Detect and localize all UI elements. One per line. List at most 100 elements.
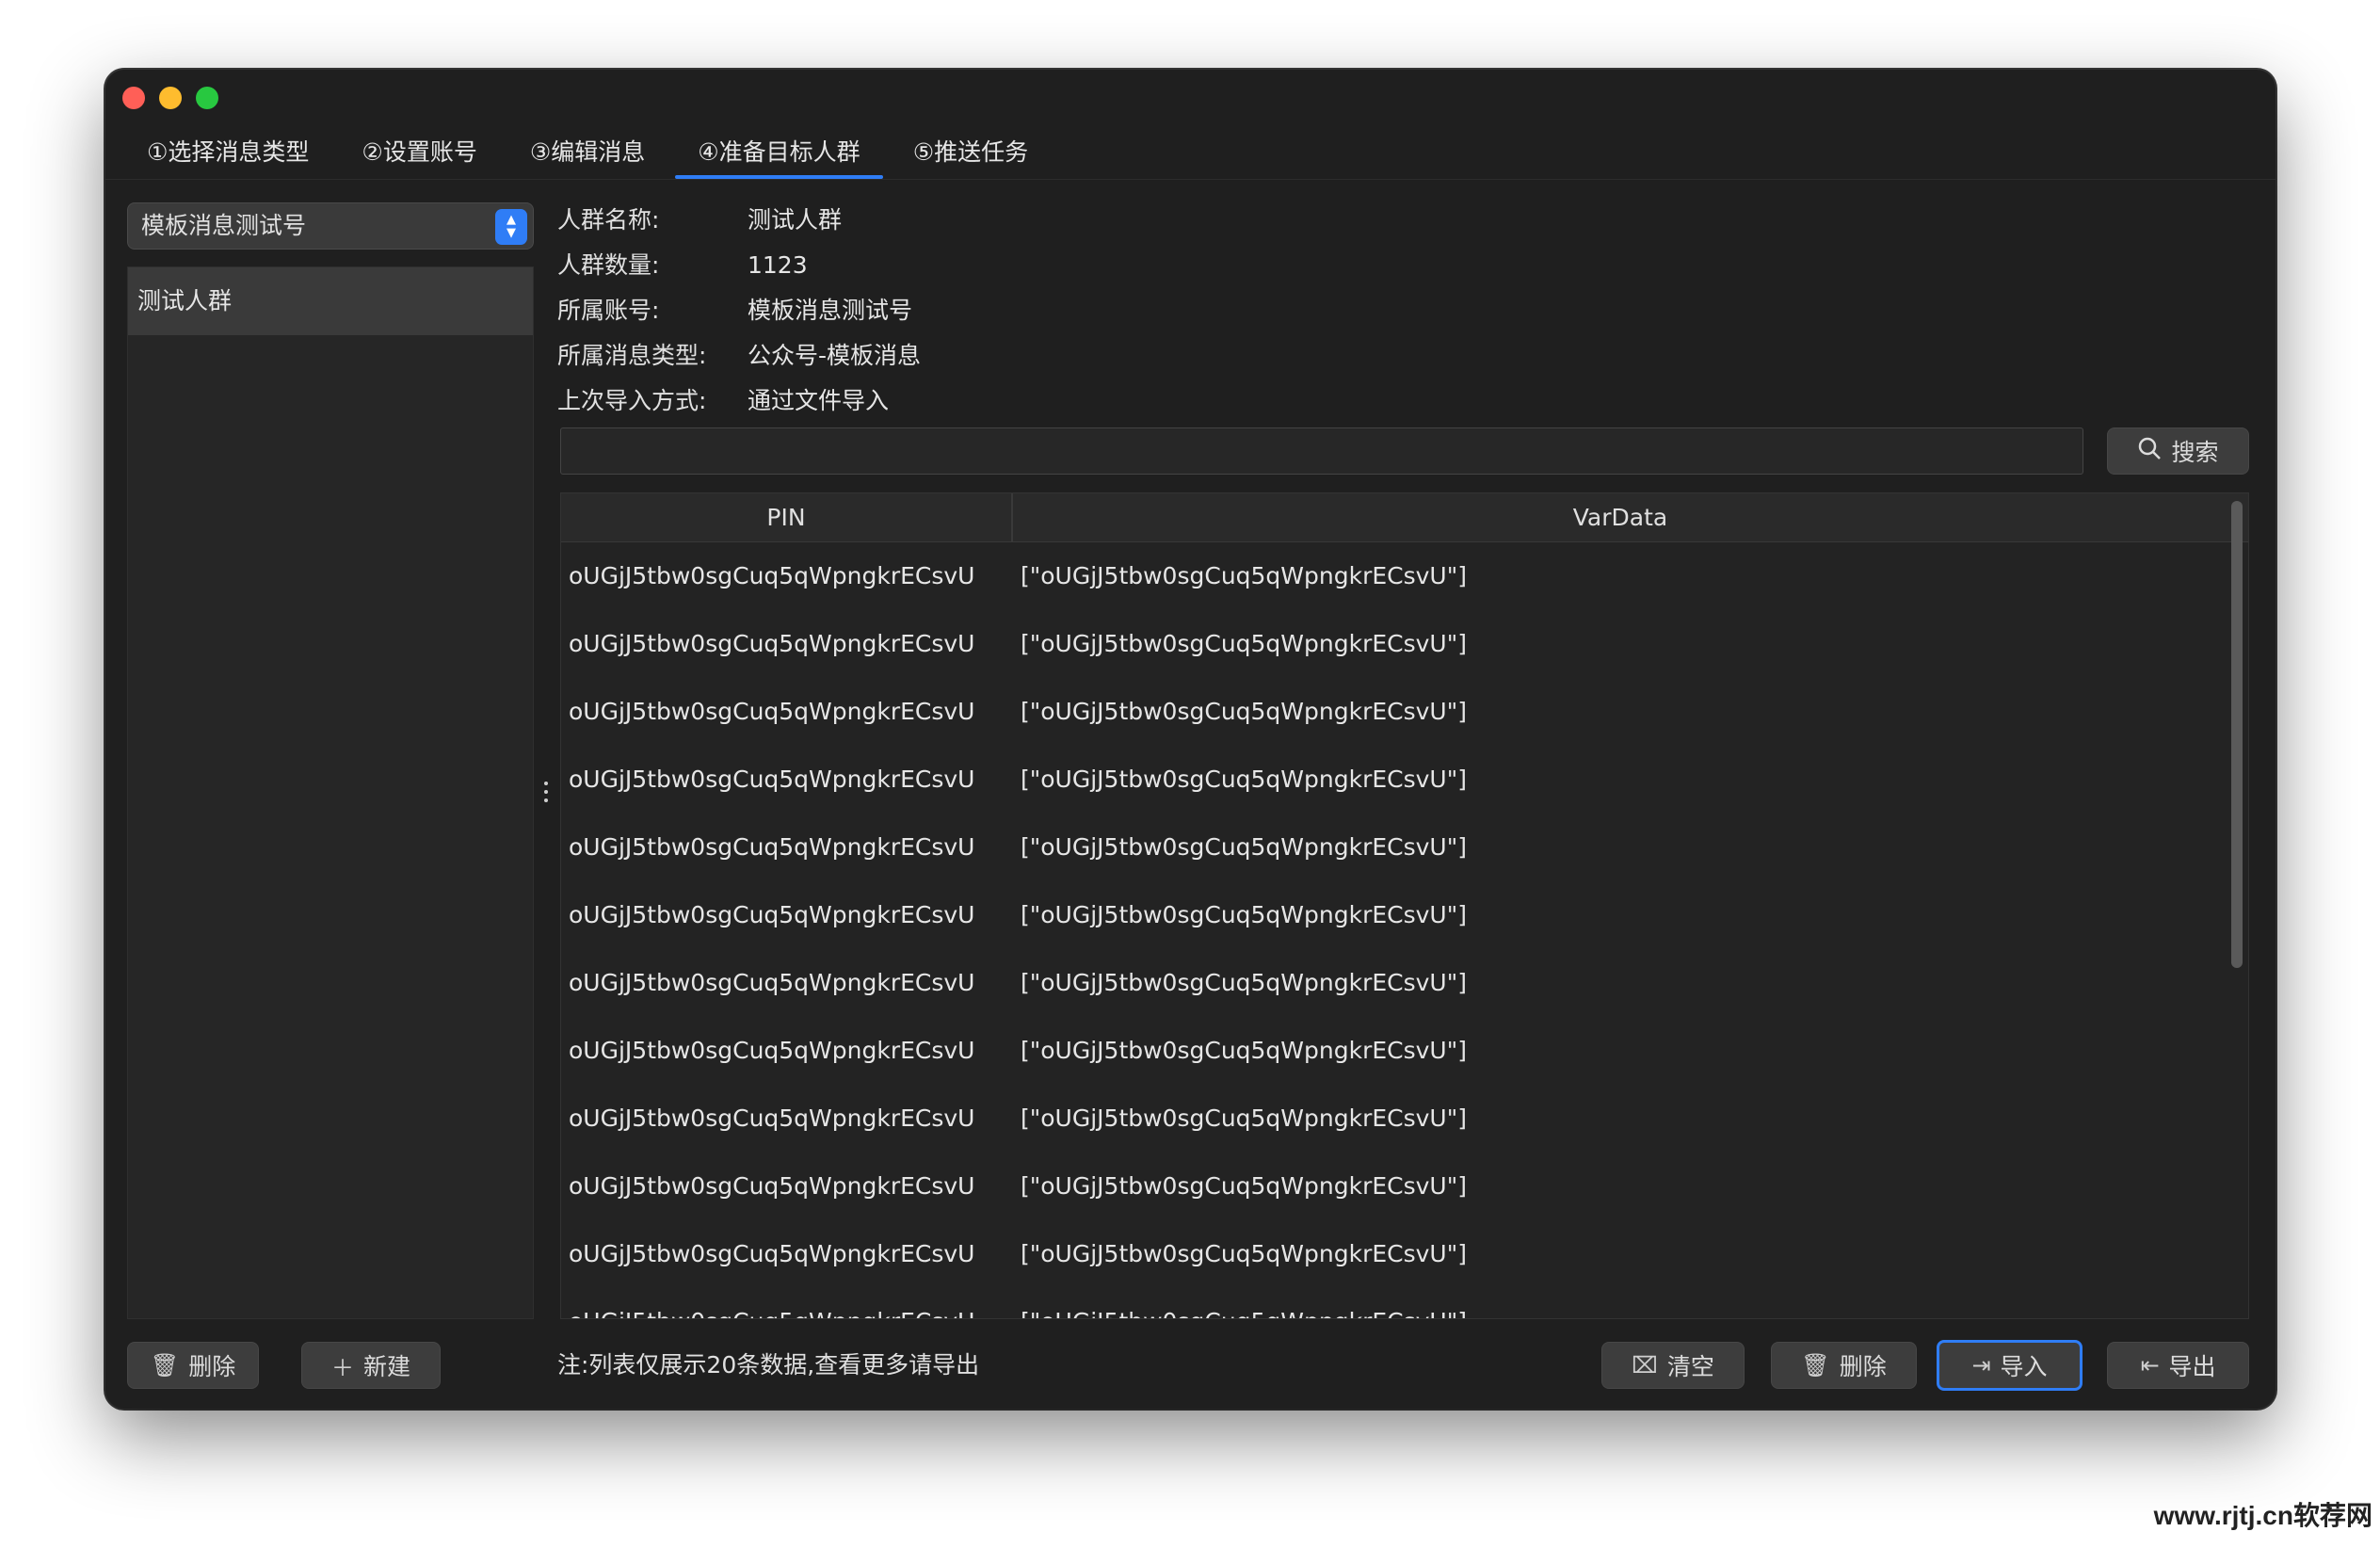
window-controls: [122, 87, 218, 109]
table-row[interactable]: oUGjJ5tbw0sgCuq5qWpngkrECsvU ["oUGjJ5tbw0…: [561, 1085, 2248, 1153]
table-row[interactable]: oUGjJ5tbw0sgCuq5qWpngkrECsvU ["oUGjJ5tbw0…: [561, 949, 2248, 1017]
info-value: 通过文件导入: [748, 387, 890, 414]
table-row[interactable]: oUGjJ5tbw0sgCuq5qWpngkrECsvU ["oUGjJ5tbw0…: [561, 1017, 2248, 1085]
zoom-window-button[interactable]: [196, 87, 218, 109]
cell-pin: oUGjJ5tbw0sgCuq5qWpngkrECsvU: [569, 1172, 975, 1200]
cell-vardata: ["oUGjJ5tbw0sgCuq5qWpngkrECsvU"]: [1021, 1240, 1467, 1267]
list-item[interactable]: 测试人群: [128, 267, 533, 335]
cell-pin: oUGjJ5tbw0sgCuq5qWpngkrECsvU: [569, 1037, 975, 1064]
tab-select-message-type[interactable]: ①选择消息类型: [124, 132, 331, 179]
close-window-button[interactable]: [122, 87, 145, 109]
minimize-window-button[interactable]: [159, 87, 182, 109]
search-input[interactable]: [560, 427, 2083, 475]
table-scrollbar[interactable]: [2231, 501, 2243, 968]
tab-set-account[interactable]: ②设置账号: [339, 132, 499, 179]
cell-pin: oUGjJ5tbw0sgCuq5qWpngkrECsvU: [569, 698, 975, 725]
clear-button[interactable]: ⌧ 清空: [1601, 1342, 1745, 1389]
site-watermark: www.rjtj.cn软荐网: [2153, 1501, 2372, 1530]
table-body: oUGjJ5tbw0sgCuq5qWpngkrECsvU ["oUGjJ5tbw0…: [561, 542, 2248, 1318]
cell-vardata: ["oUGjJ5tbw0sgCuq5qWpngkrECsvU"]: [1021, 901, 1467, 928]
tab-prepare-audience[interactable]: ④准备目标人群: [675, 132, 884, 179]
table-row[interactable]: oUGjJ5tbw0sgCuq5qWpngkrECsvU ["oUGjJ5tbw0…: [561, 814, 2248, 881]
tab-edit-message[interactable]: ③编辑消息: [507, 132, 667, 179]
cell-pin: oUGjJ5tbw0sgCuq5qWpngkrECsvU: [569, 833, 975, 861]
table-row[interactable]: oUGjJ5tbw0sgCuq5qWpngkrECsvU["oUGjJ5tbw0…: [561, 1288, 2248, 1318]
trash-icon: 🗑: [150, 1352, 180, 1379]
info-label: 人群数量:: [557, 251, 660, 279]
info-value: 1123: [748, 251, 808, 279]
table-row[interactable]: oUGjJ5tbw0sgCuq5qWpngkrECsvU ["oUGjJ5tbw0…: [561, 746, 2248, 814]
account-select-value: 模板消息测试号: [141, 212, 307, 239]
cell-vardata: ["oUGjJ5tbw0sgCuq5qWpngkrECsvU"]: [1021, 833, 1467, 861]
cell-vardata: ["oUGjJ5tbw0sgCuq5qWpngkrECsvU"]: [1021, 1172, 1467, 1200]
info-row-name: 人群名称: 测试人群: [557, 198, 921, 243]
new-group-button[interactable]: ＋ 新建: [301, 1342, 441, 1389]
account-select[interactable]: 模板消息测试号 ▲ ▼: [127, 202, 534, 250]
info-row-account: 所属账号: 模板消息测试号: [557, 288, 921, 333]
cell-vardata: ["oUGjJ5tbw0sgCuq5qWpngkrECsvU"]: [1021, 698, 1467, 725]
table-row[interactable]: oUGjJ5tbw0sgCuq5qWpngkrECsvU ["oUGjJ5tbw0…: [561, 1153, 2248, 1220]
cell-pin: oUGjJ5tbw0sgCuq5qWpngkrECsvU: [569, 969, 975, 996]
import-button[interactable]: ⇥ 导入: [1937, 1340, 2082, 1391]
cell-vardata: ["oUGjJ5tbw0sgCuq5qWpngkrECsvU"]: [1021, 766, 1467, 793]
table-header: PIN VarData: [561, 493, 2248, 542]
cell-pin: oUGjJ5tbw0sgCuq5qWpngkrECsvU: [569, 1105, 975, 1132]
step-tabs: ①选择消息类型 ②设置账号 ③编辑消息 ④准备目标人群 ⑤推送任务: [124, 132, 1058, 179]
table-row[interactable]: oUGjJ5tbw0sgCuq5qWpngkrECsvU ["oUGjJ5tbw0…: [561, 881, 2248, 949]
cell-vardata: ["oUGjJ5tbw0sgCuq5qWpngkrECsvU"]: [1021, 969, 1467, 996]
pane-splitter-handle[interactable]: [544, 782, 548, 802]
export-button-label: 导出: [2168, 1353, 2216, 1380]
audience-group-list: 测试人群: [127, 266, 534, 1319]
table-row[interactable]: oUGjJ5tbw0sgCuq5qWpngkrECsvU ["oUGjJ5tbw0…: [561, 678, 2248, 746]
cell-pin: oUGjJ5tbw0sgCuq5qWpngkrECsvU: [569, 562, 975, 589]
eraser-icon: ⌧: [1632, 1352, 1658, 1379]
info-value: 公众号-模板消息: [748, 342, 922, 369]
audience-info: 人群名称: 测试人群 人群数量: 1123 所属账号: 模板消息测试号 所属消息…: [557, 198, 921, 424]
column-header-vardata[interactable]: VarData: [1013, 493, 2227, 541]
info-label: 所属账号:: [557, 297, 660, 324]
export-note: 注:列表仅展示20条数据,查看更多请导出: [557, 1351, 980, 1379]
export-button[interactable]: ⇤ 导出: [2107, 1342, 2249, 1389]
plus-icon: ＋: [330, 1354, 354, 1381]
select-arrows-icon: ▲ ▼: [495, 209, 527, 245]
new-group-label: 新建: [362, 1353, 410, 1380]
delete-rows-label: 删除: [1839, 1353, 1887, 1380]
cell-vardata: ["oUGjJ5tbw0sgCuq5qWpngkrECsvU"]: [1021, 562, 1467, 589]
table-row[interactable]: oUGjJ5tbw0sgCuq5qWpngkrECsvU ["oUGjJ5tbw0…: [561, 610, 2248, 678]
cell-vardata: ["oUGjJ5tbw0sgCuq5qWpngkrECsvU"]: [1021, 630, 1467, 657]
delete-group-label: 删除: [188, 1353, 236, 1380]
tab-push-task[interactable]: ⑤推送任务: [891, 132, 1051, 179]
search-button[interactable]: 搜索: [2107, 427, 2249, 475]
app-window: ①选择消息类型 ②设置账号 ③编辑消息 ④准备目标人群 ⑤推送任务 模板消息测试…: [105, 70, 2275, 1409]
cell-pin: oUGjJ5tbw0sgCuq5qWpngkrECsvU: [569, 630, 975, 657]
table-row[interactable]: oUGjJ5tbw0sgCuq5qWpngkrECsvU ["oUGjJ5tbw0…: [561, 1220, 2248, 1288]
info-row-count: 人群数量: 1123: [557, 243, 921, 288]
info-label: 人群名称:: [557, 206, 660, 234]
cell-vardata: ["oUGjJ5tbw0sgCuq5qWpngkrECsvU"]: [1021, 1037, 1467, 1064]
delete-rows-button[interactable]: 🗑 删除: [1771, 1342, 1917, 1389]
cell-pin: oUGjJ5tbw0sgCuq5qWpngkrECsvU: [561, 1288, 1013, 1318]
info-label: 所属消息类型:: [557, 342, 707, 369]
column-header-pin[interactable]: PIN: [561, 493, 1013, 541]
cell-vardata: ["oUGjJ5tbw0sgCuq5qWpngkrECsvU"]: [1021, 1105, 1467, 1132]
import-icon: ⇥: [1971, 1352, 1991, 1379]
cell-pin: oUGjJ5tbw0sgCuq5qWpngkrECsvU: [569, 766, 975, 793]
trash-icon: 🗑: [1801, 1352, 1830, 1379]
import-button-label: 导入: [2000, 1353, 2048, 1380]
cell-pin: oUGjJ5tbw0sgCuq5qWpngkrECsvU: [569, 1240, 975, 1267]
search-icon: [2137, 436, 2162, 466]
info-row-type: 所属消息类型: 公众号-模板消息: [557, 333, 921, 379]
cell-pin: oUGjJ5tbw0sgCuq5qWpngkrECsvU: [569, 901, 975, 928]
delete-group-button[interactable]: 🗑 删除: [127, 1342, 259, 1389]
clear-button-label: 清空: [1666, 1353, 1714, 1380]
tabs-divider: [105, 179, 2275, 180]
export-icon: ⇤: [2140, 1352, 2160, 1379]
info-value: 测试人群: [748, 206, 843, 234]
cell-vardata: ["oUGjJ5tbw0sgCuq5qWpngkrECsvU"]: [1013, 1288, 1467, 1318]
search-button-label: 搜索: [2171, 439, 2219, 466]
info-value: 模板消息测试号: [748, 297, 913, 324]
info-row-import: 上次导入方式: 通过文件导入: [557, 379, 921, 424]
table-row[interactable]: oUGjJ5tbw0sgCuq5qWpngkrECsvU ["oUGjJ5tbw0…: [561, 542, 2248, 610]
info-label: 上次导入方式:: [557, 387, 707, 414]
audience-table: PIN VarData oUGjJ5tbw0sgCuq5qWpngkrECsvU…: [560, 492, 2249, 1319]
